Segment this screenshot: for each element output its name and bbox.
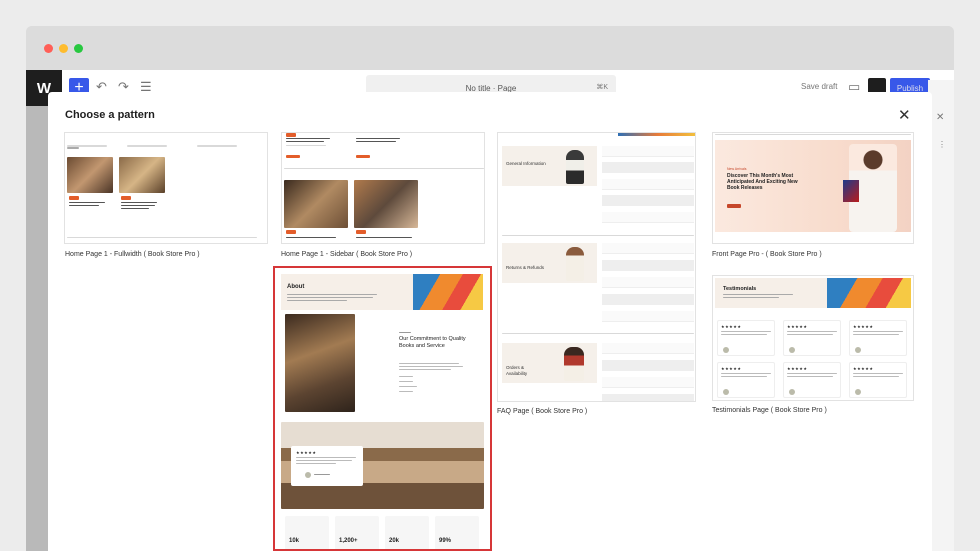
faq-section-title: General Information — [506, 161, 546, 166]
sidebar-more-icon[interactable]: ⋮ — [938, 140, 946, 149]
pattern-card-home-fullwidth[interactable] — [64, 132, 268, 244]
stat-value: 20k — [389, 538, 400, 544]
faq-section-image: General Information — [502, 146, 597, 186]
pattern-label[interactable]: Testimonials Page ( Book Store Pro ) — [712, 407, 827, 414]
testimonials-heading: Testimonials — [723, 286, 757, 292]
bookstore-photo — [285, 314, 355, 412]
rating-stars: ★★★★★ — [296, 450, 317, 455]
pattern-label[interactable]: Home Page 1 - Fullwidth ( Book Store Pro… — [65, 251, 200, 258]
pattern-card-front-page[interactable]: New Arrivals Discover This Month's Most … — [712, 132, 914, 244]
hero-cta-button — [727, 204, 741, 208]
commitment-heading: Our Commitment to Quality Books and Serv… — [399, 336, 466, 349]
stat-value: 10k — [289, 538, 300, 544]
pattern-card-faq[interactable]: General Information Returns & Refunds Or… — [497, 132, 696, 402]
faq-section-title: Orders & Availability — [506, 365, 528, 376]
hero-banner: New Arrivals Discover This Month's Most … — [715, 140, 911, 232]
testimonial-overlay: ★★★★★ — [291, 446, 363, 486]
pattern-card-testimonials[interactable]: Testimonials ★★★★★ ★★★★★ ★★★★★ ★★★★★ ★★★… — [712, 275, 914, 401]
hero-heading: Discover This Month's Most Anticipated A… — [727, 173, 798, 191]
stat-box: 20k — [385, 516, 429, 549]
modal-title: Choose a pattern — [65, 109, 155, 121]
stat-box: 99% — [435, 516, 479, 549]
stat-value: 1,200+ — [339, 538, 358, 544]
book-covers-image — [827, 278, 911, 308]
pattern-label[interactable]: Front Page Pro - ( Book Store Pro ) — [712, 251, 822, 258]
sidebar-close-icon[interactable]: ✕ — [936, 112, 944, 123]
testimonials-header: Testimonials — [715, 278, 911, 308]
shortcut-hint: ⌘K — [596, 84, 608, 91]
pattern-modal: Choose a pattern ✕ Home Page 1 - Fullwid… — [48, 92, 932, 551]
faq-section-image: Orders & Availability — [502, 343, 597, 383]
about-header: About — [281, 274, 483, 310]
stat-value: 99% — [439, 538, 452, 544]
save-draft-button[interactable]: Save draft — [801, 82, 837, 91]
pattern-label[interactable]: Home Page 1 - Sidebar ( Book Store Pro ) — [281, 251, 412, 258]
testimonial-card: ★★★★★ — [717, 362, 775, 398]
stat-box: 1,200+ — [335, 516, 379, 549]
testimonial-card: ★★★★★ — [783, 320, 841, 356]
pattern-label[interactable]: FAQ Page ( Book Store Pro ) — [497, 408, 587, 415]
testimonial-card: ★★★★★ — [783, 362, 841, 398]
pattern-card-about[interactable]: About Our Commitment to Quality Books an… — [273, 266, 492, 551]
faq-section-image: Returns & Refunds — [502, 243, 597, 283]
testimonial-card: ★★★★★ — [849, 320, 907, 356]
testimonial-card: ★★★★★ — [849, 362, 907, 398]
minimize-window-dot[interactable] — [59, 44, 68, 53]
close-icon[interactable]: ✕ — [898, 106, 911, 124]
book-cover — [843, 180, 859, 202]
maximize-window-dot[interactable] — [74, 44, 83, 53]
book-covers-image — [413, 274, 483, 310]
faq-section-title: Returns & Refunds — [506, 265, 545, 270]
reading-room-photo: ★★★★★ — [281, 422, 484, 509]
stat-box: 10k — [285, 516, 329, 549]
close-window-dot[interactable] — [44, 44, 53, 53]
hero-kicker: New Arrivals — [727, 167, 747, 171]
testimonial-card: ★★★★★ — [717, 320, 775, 356]
pattern-card-home-sidebar[interactable] — [281, 132, 485, 244]
about-heading: About — [287, 284, 305, 290]
window-titlebar — [26, 26, 954, 70]
